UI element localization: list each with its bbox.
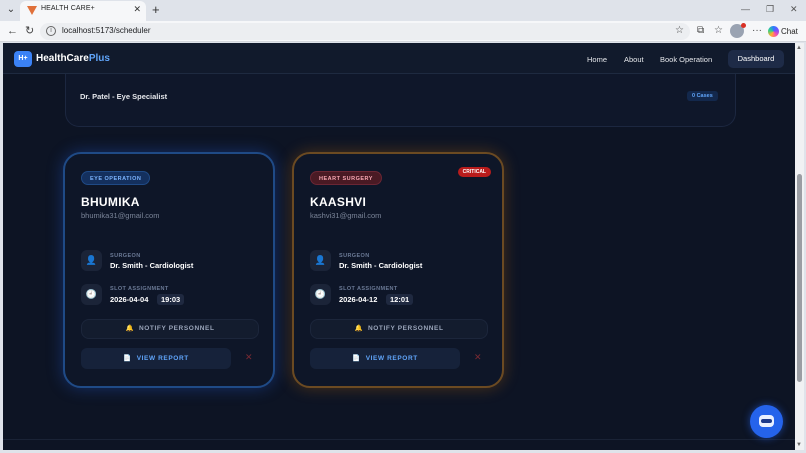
patient-name: KAASHVI [310,195,367,209]
surgeon-name: Dr. Smith - Cardiologist [339,261,423,270]
document-icon: 📄 [352,355,361,362]
profile-notification-dot [741,23,746,28]
slot-date: 2026-04-04 [110,295,149,304]
copilot-chat-button[interactable]: Chat [768,24,798,39]
extensions-icon[interactable]: ⧉ [697,25,704,36]
window-close-icon[interactable]: ✕ [790,4,798,15]
scroll-up-icon[interactable]: ▲ [796,45,802,51]
slot-time: 12:01 [386,294,414,305]
slot-time: 19:03 [157,294,185,305]
new-tab-button[interactable]: + [152,2,160,18]
report-label: VIEW REPORT [365,355,418,362]
copilot-logo-icon [768,26,779,38]
notify-personnel-button[interactable]: 🔔 NOTIFY PERSONNEL [310,319,488,339]
minimize-icon[interactable]: — [741,4,750,14]
url-text[interactable]: localhost:5173/scheduler [62,26,151,35]
slot-label: SLOT ASSIGNMENT [110,286,169,292]
robot-visor [761,419,772,423]
tab-title: HEALTH CARE+ [41,5,95,12]
nav-book-operation[interactable]: Book Operation [660,55,712,64]
operation-type-tag: HEART SURGERY [310,171,382,185]
cases-badge: 0 Cases [687,91,718,101]
patient-name: BHUMIKA [81,195,140,209]
logo-main-text: HealthCare [36,53,89,64]
logo-icon[interactable]: H+ [14,51,32,67]
nav-home[interactable]: Home [587,55,607,64]
browser-tab-bar: ⌄ HEALTH CARE+ ✕ + — ❐ ✕ [0,0,806,21]
surgeon-name: Dr. Smith - Cardiologist [110,261,194,270]
app-logo[interactable]: HealthCarePlus [36,53,110,64]
patient-email: kashvi31@gmail.com [310,211,382,220]
browser-toolbar: ← ↻ i localhost:5173/scheduler ☆ ⧉ ☆ ···… [0,21,806,42]
patient-email: bhumika31@gmail.com [81,211,160,220]
favorites-icon[interactable]: ☆ [714,25,723,36]
notify-label: NOTIFY PERSONNEL [138,325,215,332]
nav-about[interactable]: About [624,55,644,64]
logo-accent-text: Plus [88,53,110,64]
clock-icon: 🕘 [310,284,331,305]
assistant-bot-button[interactable] [750,405,783,438]
scroll-down-icon[interactable]: ▼ [796,442,802,448]
close-icon[interactable]: ✕ [245,352,253,363]
operation-card: EYE OPERATION BHUMIKA bhumika31@gmail.co… [63,152,275,388]
operation-card: HEART SURGERY CRITICAL KAASHVI kashvi31@… [292,152,504,388]
slot-label: SLOT ASSIGNMENT [339,286,398,292]
bookmark-star-icon[interactable]: ☆ [675,25,684,36]
page-scrollbar[interactable]: ▲ ▼ [795,43,804,450]
site-info-icon[interactable]: i [46,26,56,36]
clock-icon: 🕘 [81,284,102,305]
back-arrow-icon[interactable]: ← [7,24,18,38]
scrollbar-thumb[interactable] [797,174,802,382]
view-report-button[interactable]: 📄 VIEW REPORT [310,348,460,369]
dashboard-button[interactable]: Dashboard [728,50,784,68]
notify-personnel-button[interactable]: 🔔 NOTIFY PERSONNEL [81,319,259,339]
bell-icon: 🔔 [125,325,135,332]
app-navbar: H+ HealthCarePlus Home About Book Operat… [3,43,795,74]
operation-type-tag: EYE OPERATION [81,171,151,185]
footer-divider [3,439,795,440]
page-viewport: Dr. Patel - Eye Specialist 0 Cases H+ He… [3,43,795,450]
address-bar[interactable]: i localhost:5173/scheduler ☆ [40,23,690,40]
restore-icon[interactable]: ❐ [766,4,774,15]
specialist-name: Dr. Patel - Eye Specialist [80,92,168,101]
notify-label: NOTIFY PERSONNEL [367,325,444,332]
tab-list-chevron-icon[interactable]: ⌄ [4,3,18,17]
person-icon: 👤 [310,250,331,271]
slot-date: 2026-04-12 [339,295,378,304]
view-report-button[interactable]: 📄 VIEW REPORT [81,348,231,369]
browser-tab-active[interactable]: HEALTH CARE+ ✕ [20,1,146,21]
more-menu-icon[interactable]: ··· [752,25,762,36]
surgeon-label: SURGEON [110,253,141,259]
bell-icon: 🔔 [354,325,364,332]
reload-icon[interactable]: ↻ [25,24,34,38]
report-label: VIEW REPORT [136,355,189,362]
document-icon: 📄 [123,355,132,362]
chat-label: Chat [781,27,798,36]
close-icon[interactable]: ✕ [474,352,482,363]
favicon-icon [27,6,37,15]
critical-badge: CRITICAL [457,167,491,177]
surgeon-label: SURGEON [339,253,370,259]
tab-close-icon[interactable]: ✕ [133,4,141,15]
person-icon: 👤 [81,250,102,271]
